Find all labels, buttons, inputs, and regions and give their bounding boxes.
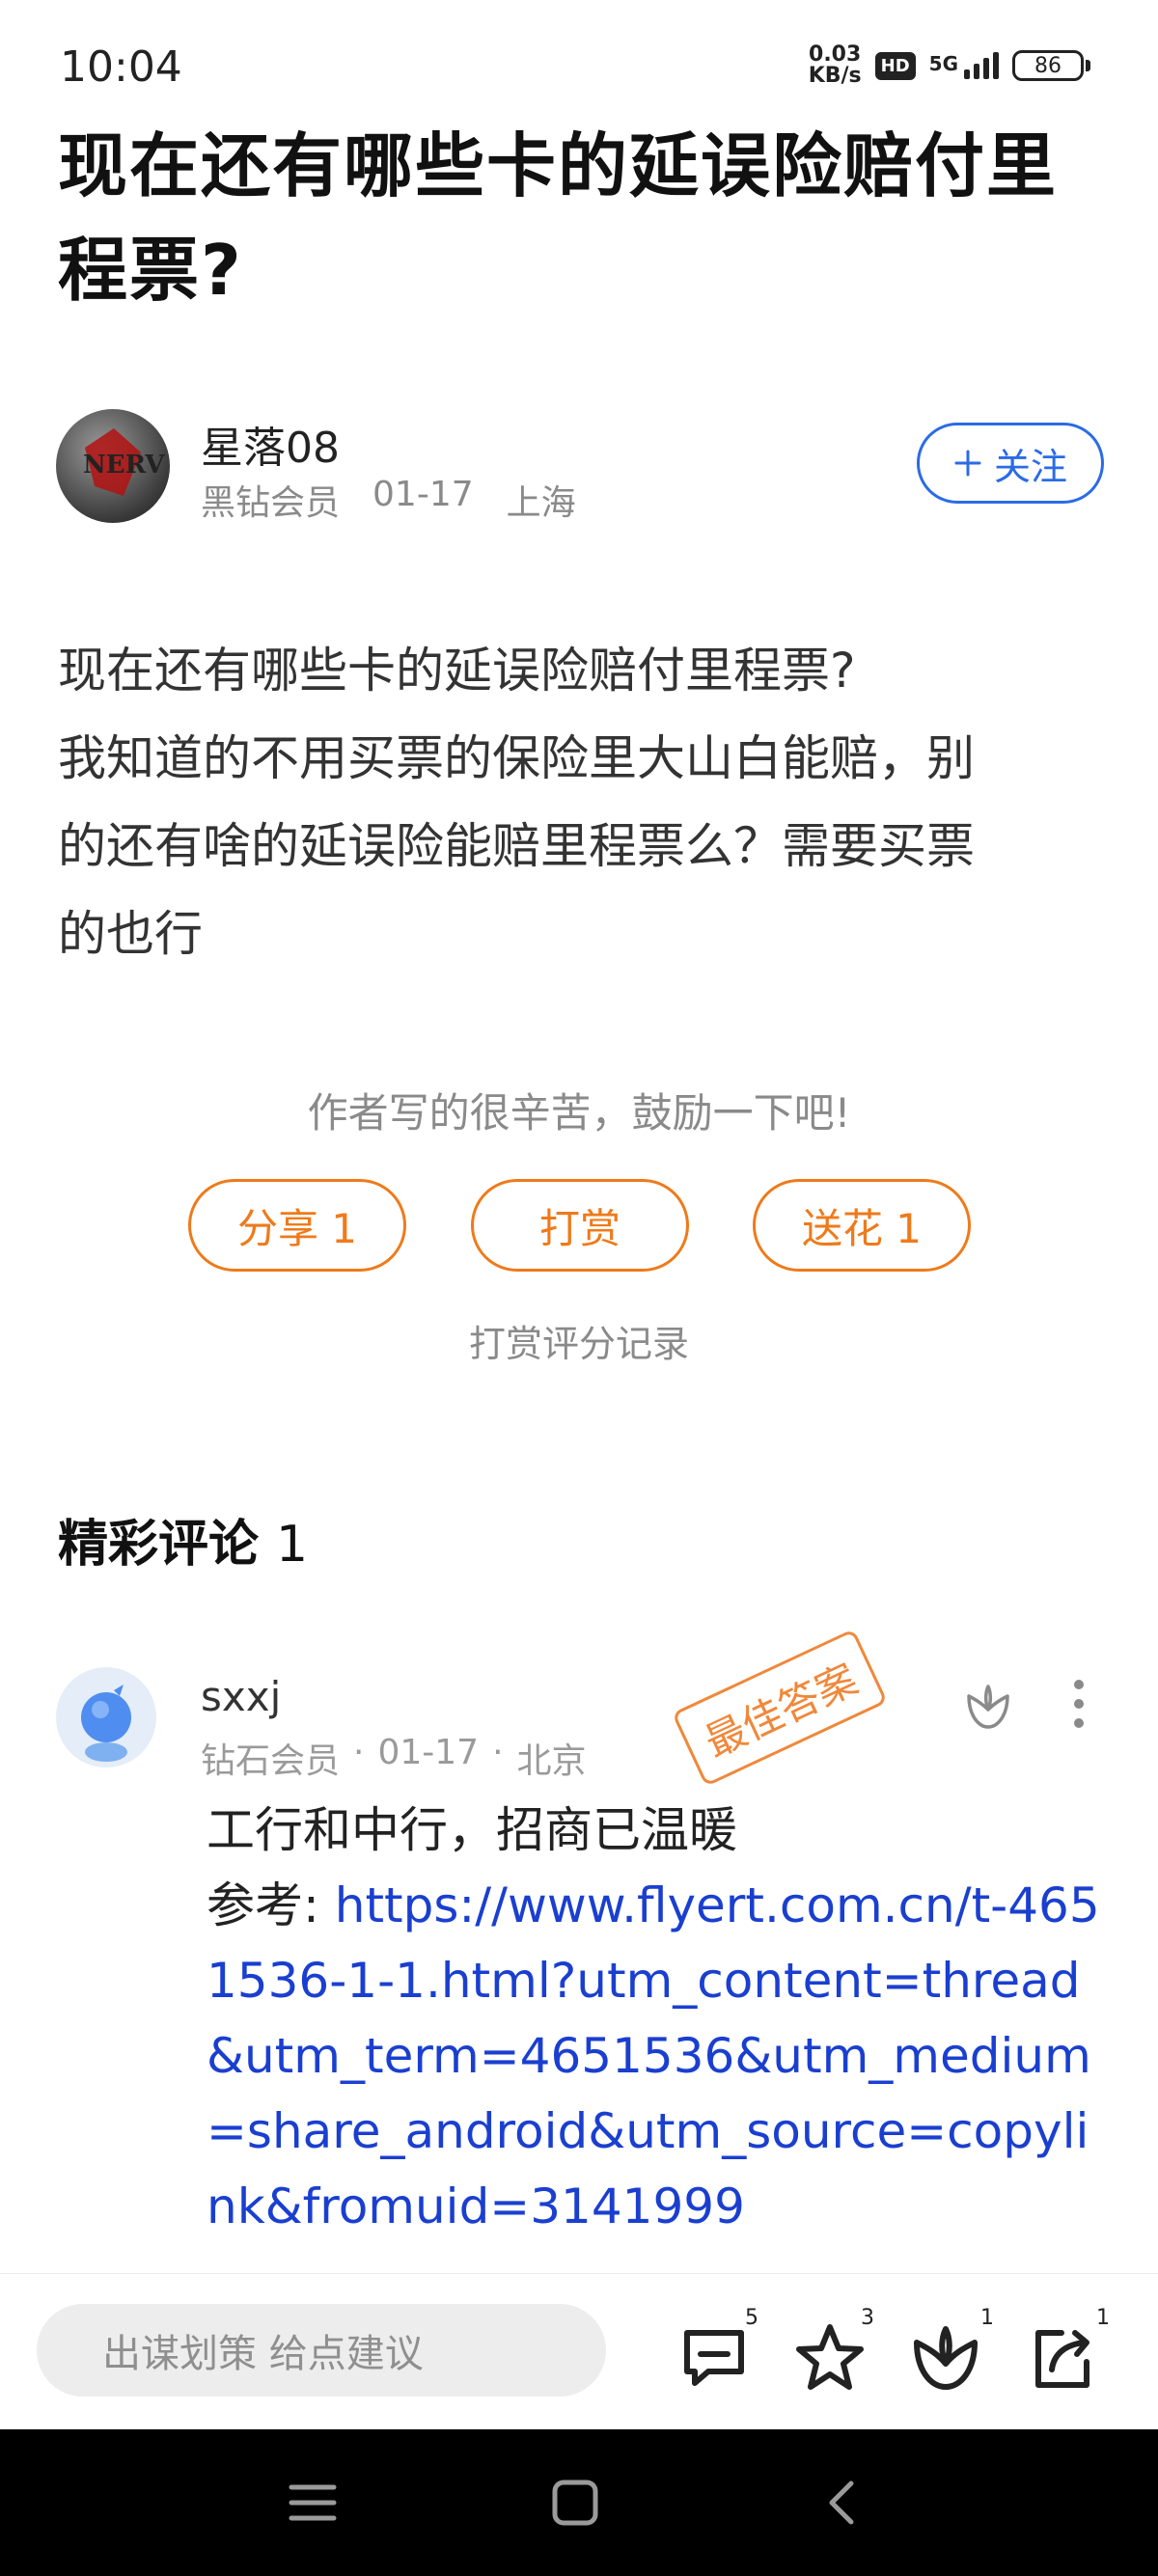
comment-icon [684,2330,744,2386]
comments-count: 1 [276,1516,309,1574]
reward-button[interactable]: 打赏 [471,1179,689,1272]
flower-icon [914,2326,978,2390]
signal-icon: 5G [929,52,999,79]
reply-input[interactable]: 出谋划策 给点建议 [37,2304,606,2397]
flower-count-badge: 1 [980,2306,994,2330]
share-button[interactable]: 分享 1 [188,1179,406,1272]
more-vertical-icon [1074,1680,1084,1728]
favorite-button[interactable] [791,2319,868,2397]
post-body: 现在还有哪些卡的延误险赔付里程票? 我知道的不用买票的保险里大山白能赔，别 的还… [58,627,1100,978]
home-icon[interactable] [550,2478,600,2528]
battery-icon: 86 [1012,50,1090,81]
encourage-text: 作者写的很辛苦，鼓励一下吧! [307,1089,851,1137]
follow-button[interactable]: 关注 [917,423,1104,504]
author-level: 黑钻会员 [201,483,341,523]
share-icon [1035,2330,1089,2388]
flower-button[interactable]: 送花 1 [753,1179,971,1272]
comment-ref-label: 参考: [207,1877,335,1933]
status-time: 10:04 [60,42,182,92]
more-options-button[interactable] [1062,1677,1096,1735]
hd-icon: HD [874,51,916,80]
author-avatar[interactable]: NERV [56,409,170,523]
commenter-name[interactable]: sxxj [201,1673,281,1720]
reward-record-link[interactable]: 打赏评分记录 [0,1314,1158,1367]
share-icon-button[interactable] [1023,2319,1100,2397]
post-date: 01-17 [372,475,474,514]
commenter-avatar[interactable] [56,1667,156,1768]
comment-location: 北京 [516,1741,587,1781]
flower-send-button[interactable] [907,2319,984,2397]
comment-flower-button[interactable] [961,1679,1015,1737]
status-icons: 0.03 KB/s HD 5G 86 [809,44,1090,87]
comment-link[interactable]: https://www.flyert.com.cn/t-4651536-1-1.… [207,1877,1100,2234]
network-speed: 0.03 KB/s [808,42,862,88]
post-body-line: 的还有啥的延误险能赔里程票么？需要买票 [58,818,975,874]
star-icon [796,2324,864,2390]
comment-count-badge: 5 [745,2306,758,2330]
share-count-badge: 1 [1096,2306,1110,2330]
comment-button[interactable] [676,2319,753,2397]
follow-label: 关注 [993,445,1067,488]
commenter-level: 钻石会员 [201,1741,341,1781]
post-title: 现在还有哪些卡的延误险赔付里程票? [58,125,1059,311]
author-name[interactable]: 星落08 [201,413,340,475]
system-nav-bar [0,2429,1158,2576]
favorite-count-badge: 3 [861,2306,874,2330]
comment-text: 工行和中行，招商已温暖 参考: https://www.flyert.com.c… [207,1793,1114,2244]
post-body-line: 现在还有哪些卡的延误险赔付里程票? [58,643,856,699]
back-icon[interactable] [818,2478,868,2528]
menu-icon[interactable] [288,2478,338,2528]
flower-icon [967,1685,1009,1729]
svg-text:NERV: NERV [83,451,165,480]
comment-date: 01-17 [377,1733,480,1772]
best-answer-badge: 最佳答案 [671,1628,889,1788]
post-body-line: 的也行 [58,906,203,962]
post-body-line: 我知道的不用买票的保险里大山白能赔，别 [58,730,975,786]
author-meta: 黑钻会员 01-17 上海 [201,475,576,525]
post-location: 上海 [506,483,576,523]
comments-heading: 精彩评论 1 [58,1516,309,1574]
commenter-meta: 钻石会员 · 01-17 · 北京 [201,1733,587,1781]
plus-icon [954,450,981,477]
comment-body: 工行和中行，招商已温暖 [207,1802,737,1858]
